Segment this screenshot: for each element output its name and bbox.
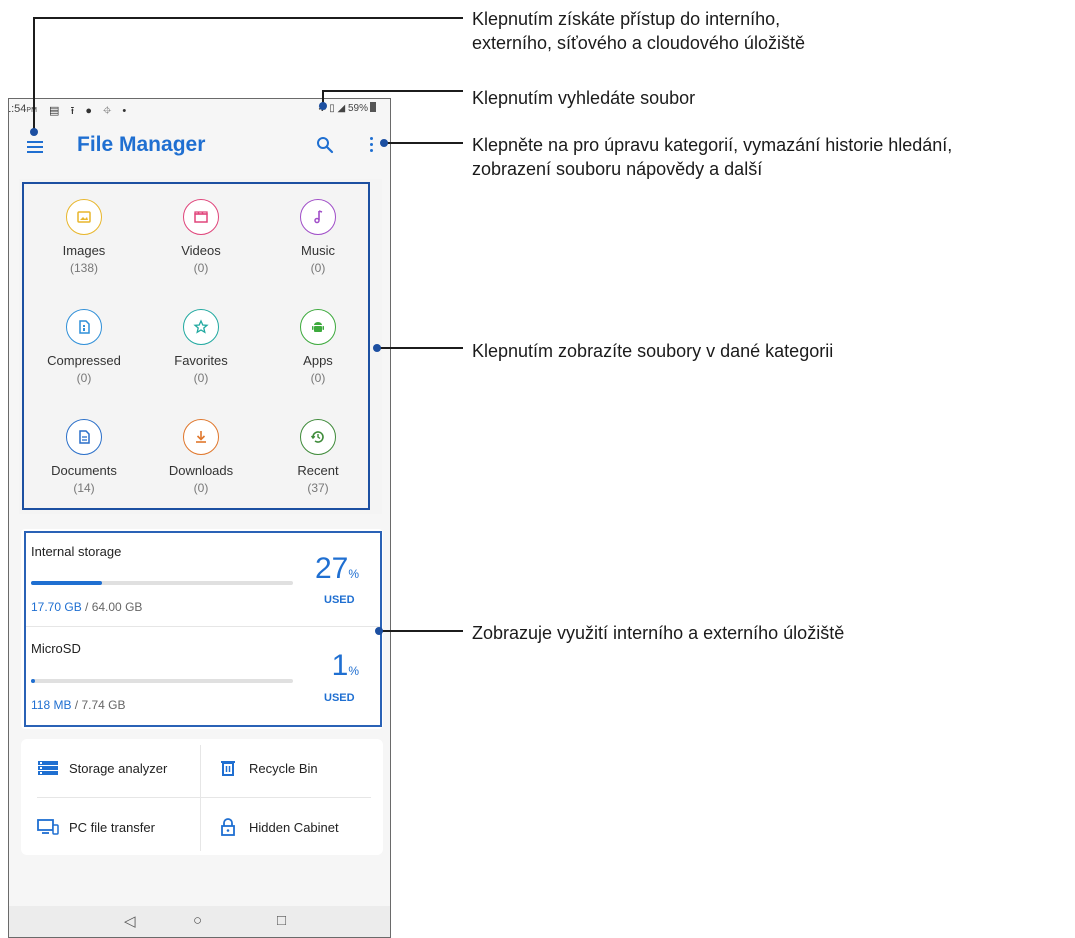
callout-text: Klepnutím zobrazíte soubory v dané kateg…: [472, 341, 834, 361]
home-icon[interactable]: ○: [193, 912, 202, 929]
callout-text: externího, síťového a cloudového úložišt…: [472, 33, 805, 53]
callout-line-categories: [377, 347, 463, 349]
callout-dot-storage: [375, 627, 383, 635]
status-bar: 1:54PM ▤ ⭱ ● ⌖ • ✱ ▯ ◢ 59%: [9, 99, 390, 121]
tools-divider: [37, 797, 371, 798]
callout-storage: Zobrazuje využití interního a externího …: [472, 621, 844, 645]
menu-icon[interactable]: [27, 141, 43, 153]
hidden-cabinet-button[interactable]: Hidden Cabinet: [217, 817, 339, 837]
storage-analyzer-button[interactable]: Storage analyzer: [37, 758, 167, 778]
callout-categories: Klepnutím zobrazíte soubory v dané kateg…: [472, 339, 833, 363]
tool-label: PC file transfer: [69, 819, 155, 835]
recycle-bin-button[interactable]: Recycle Bin: [217, 758, 318, 778]
callout-menu: Klepnutím získáte přístup do interního, …: [472, 7, 805, 55]
callout-more: Klepněte na pro úpravu kategorií, vymazá…: [472, 133, 952, 181]
storage-outline: [24, 531, 382, 727]
callout-text: Zobrazuje využití interního a externího …: [472, 623, 845, 643]
callout-search: Klepnutím vyhledáte soubor: [472, 86, 695, 110]
callout-dot-more: [380, 139, 388, 147]
trash-icon: [217, 758, 239, 778]
callout-line-storage: [379, 630, 463, 632]
tool-label: Recycle Bin: [249, 760, 318, 776]
navigation-bar: ◁ ○ □: [9, 906, 390, 937]
notification-icons: ▤ ⭱ ● ⌖ •: [49, 105, 131, 117]
search-icon[interactable]: [315, 135, 335, 155]
battery-icon: [370, 102, 376, 112]
more-options-icon[interactable]: [368, 137, 374, 155]
tools-divider: [200, 745, 201, 851]
callout-line-search: [322, 90, 463, 92]
battery-text: 59%: [347, 103, 368, 114]
categories-outline: [22, 182, 370, 510]
lock-icon: [217, 817, 239, 837]
app-title: File Manager: [77, 133, 206, 156]
back-icon[interactable]: ◁: [124, 912, 136, 930]
callout-dot-search: [319, 102, 327, 110]
callout-line-more: [384, 142, 463, 144]
callout-text: Klepnutím vyhledáte soubor: [472, 88, 696, 108]
callout-line-menu: [33, 17, 463, 19]
app-bar: File Manager: [9, 121, 390, 171]
storage-analyzer-icon: [37, 758, 59, 778]
callout-dot-categories: [373, 344, 381, 352]
tool-label: Hidden Cabinet: [249, 819, 339, 835]
callout-line-menu: [33, 17, 35, 134]
tool-label: Storage analyzer: [69, 760, 168, 776]
pc-transfer-icon: [37, 817, 59, 837]
recents-icon[interactable]: □: [277, 912, 286, 929]
pc-file-transfer-button[interactable]: PC file transfer: [37, 817, 155, 837]
callout-text: zobrazení souboru nápovědy a další: [472, 159, 763, 179]
callout-dot-menu: [30, 128, 38, 136]
callout-text: Klepněte na pro úpravu kategorií, vymazá…: [472, 135, 953, 155]
callout-text: Klepnutím získáte přístup do interního,: [472, 9, 781, 29]
